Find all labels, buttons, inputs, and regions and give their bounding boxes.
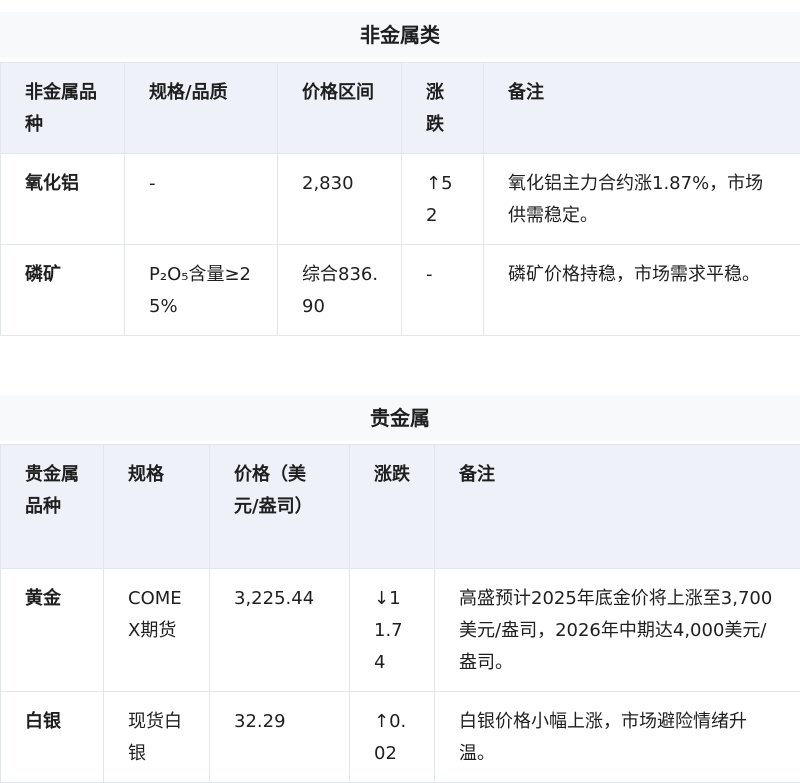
col-header-spec: 规格 — [104, 445, 210, 569]
cell-name: 白银 — [1, 692, 104, 783]
table-row: 磷矿 P₂O₅含量≥25% 综合836.90 - 磷矿价格持稳，市场需求平稳。 — [1, 245, 800, 336]
table-row: 黄金 COMEX期货 3,225.44 ↓11.74 高盛预计2025年底金价将… — [1, 569, 800, 692]
cell-spec: 现货白银 — [104, 692, 210, 783]
cell-note: 磷矿价格持稳，市场需求平稳。 — [484, 245, 800, 336]
cell-note: 白银价格小幅上涨，市场避险情绪升温。 — [435, 692, 800, 783]
cell-spec: P₂O₅含量≥25% — [125, 245, 278, 336]
section-title-precious-metal: 贵金属 — [0, 395, 800, 441]
col-header-price: 价格（美元/盎司） — [210, 445, 350, 569]
col-header-price: 价格区间 — [278, 63, 402, 154]
cell-note: 高盛预计2025年底金价将上涨至3,700美元/盎司，2026年中期达4,000… — [435, 569, 800, 692]
cell-change: ↑52 — [402, 154, 484, 245]
col-header-note: 备注 — [484, 63, 800, 154]
cell-note: 氧化铝主力合约涨1.87%，市场供需稳定。 — [484, 154, 800, 245]
table-header-row: 非金属品种 规格/品质 价格区间 涨跌 备注 — [1, 63, 800, 154]
col-header-variety: 非金属品种 — [1, 63, 125, 154]
table-header-row: 贵金属品种 规格 价格（美元/盎司） 涨跌 备注 — [1, 445, 800, 569]
cell-change: ↑0.02 — [350, 692, 435, 783]
nonmetal-table: 非金属品种 规格/品质 价格区间 涨跌 备注 氧化铝 - 2,830 ↑52 氧… — [0, 62, 800, 336]
cell-price: 3,225.44 — [210, 569, 350, 692]
col-header-spec: 规格/品质 — [125, 63, 278, 154]
col-header-change: 涨跌 — [402, 63, 484, 154]
table-row: 白银 现货白银 32.29 ↑0.02 白银价格小幅上涨，市场避险情绪升温。 — [1, 692, 800, 783]
col-header-note: 备注 — [435, 445, 800, 569]
cell-change: - — [402, 245, 484, 336]
cell-spec: COMEX期货 — [104, 569, 210, 692]
precious-metal-table: 贵金属品种 规格 价格（美元/盎司） 涨跌 备注 黄金 COMEX期货 3,22… — [0, 444, 800, 783]
table-row: 氧化铝 - 2,830 ↑52 氧化铝主力合约涨1.87%，市场供需稳定。 — [1, 154, 800, 245]
section-title-nonmetal: 非金属类 — [0, 12, 800, 58]
cell-price: 2,830 — [278, 154, 402, 245]
cell-name: 磷矿 — [1, 245, 125, 336]
cell-spec: - — [125, 154, 278, 245]
cell-name: 黄金 — [1, 569, 104, 692]
cell-price: 32.29 — [210, 692, 350, 783]
col-header-variety: 贵金属品种 — [1, 445, 104, 569]
cell-price: 综合836.90 — [278, 245, 402, 336]
cell-name: 氧化铝 — [1, 154, 125, 245]
cell-change: ↓11.74 — [350, 569, 435, 692]
col-header-change: 涨跌 — [350, 445, 435, 569]
